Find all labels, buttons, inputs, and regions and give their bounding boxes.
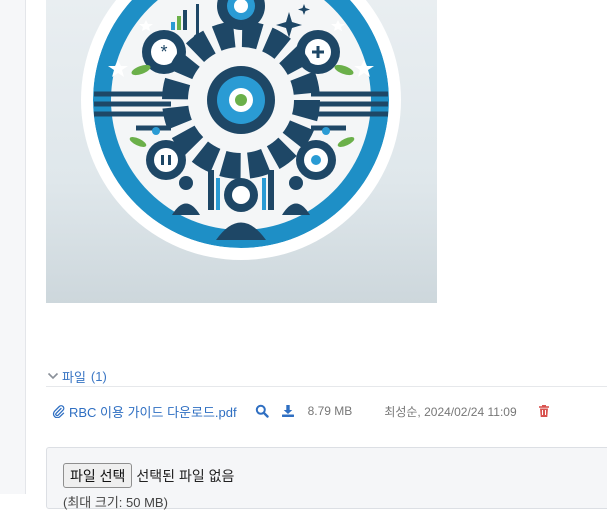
file-name: RBC 이용 가이드 다운로드.pdf [69,404,237,420]
upload-size-note: (최대 크기: 50 MB) [63,495,168,510]
svg-text:*: * [160,42,167,62]
choose-file-button[interactable]: 파일 선택 [63,463,133,488]
download-icon[interactable] [281,404,295,418]
files-count: (1) [90,368,107,384]
magnifier-icon[interactable] [255,404,269,418]
file-link[interactable]: RBC 이용 가이드 다운로드.pdf [52,402,237,421]
files-section-title: 파일 [62,369,86,385]
guide-emblem-image: * [46,0,437,303]
file-size: 8.79 MB [307,404,353,418]
file-row: RBC 이용 가이드 다운로드.pdf 8.79 MB 최성순, 2024/02… [52,401,607,421]
left-rail [0,0,26,494]
trash-icon[interactable] [537,404,551,418]
files-section-header[interactable]: 파일 (1) [46,366,607,387]
upload-panel: 파일 선택 선택된 파일 없음 (최대 크기: 50 MB) [46,447,607,510]
file-input: 파일 선택 선택된 파일 없음 [63,463,234,488]
file-uploader-date: 최성순, 2024/02/24 11:09 [384,404,517,419]
no-file-selected-text: 선택된 파일 없음 [136,467,235,484]
chevron-down-icon [47,372,59,380]
paperclip-icon [52,404,65,418]
